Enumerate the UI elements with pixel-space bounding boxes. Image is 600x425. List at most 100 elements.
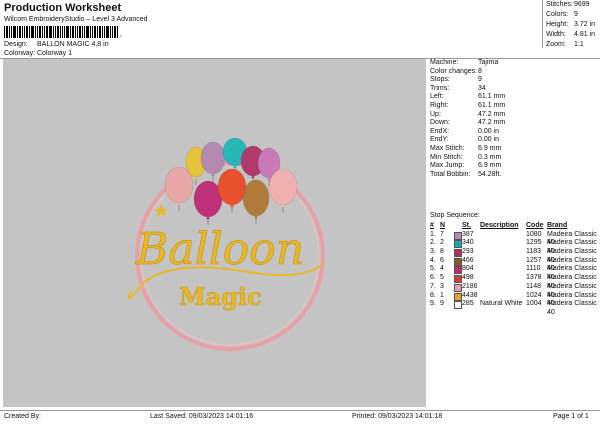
row-description <box>480 248 526 257</box>
table-row: 3. 8 293 1183 Madeira Classic 40 <box>430 248 600 264</box>
info-row: Right: 61.1 mm <box>430 102 598 111</box>
row-code: 1183 <box>526 248 542 256</box>
barcode-bar <box>90 26 91 38</box>
balloon-shape <box>217 168 247 206</box>
row-description <box>480 283 526 292</box>
table-row: 6. 5 498 1378 Madeira Classic 40 <box>430 274 600 290</box>
stat-row: Stitches: 9699 <box>543 0 600 10</box>
row-brand: Madeira Classic 40 <box>547 265 597 282</box>
row-st: 804 <box>462 265 474 273</box>
row-num: 2. <box>430 239 436 247</box>
table-row: 2. 2 340 1295 Madeira Classic 40 <box>430 239 600 255</box>
info-label: Stops: <box>430 76 450 84</box>
row-st: 498 <box>462 274 474 282</box>
barcode-bar <box>11 26 12 38</box>
barcode-bar <box>39 26 41 38</box>
col-n: N <box>440 222 446 229</box>
row-num: 5. <box>430 265 436 273</box>
row-num: 1. <box>430 230 436 238</box>
colorway-label: Colorway: <box>4 50 36 57</box>
row-brand: Madeira Classic 40 <box>547 230 597 247</box>
barcode-bar <box>92 26 93 38</box>
created-by: Created By: <box>4 413 41 420</box>
row-color <box>454 257 462 266</box>
stat-row: Height: 3.72 in <box>543 20 600 30</box>
row-color <box>454 265 462 275</box>
info-row: EndX: 0.00 in <box>430 128 598 137</box>
info-row: Left: 61.1 mm <box>430 93 598 102</box>
stat-value: 1:1 <box>574 41 584 48</box>
info-value: 6.9 mm <box>478 144 502 152</box>
barcode-bar <box>22 26 23 38</box>
row-color <box>454 283 462 292</box>
info-label: EndX: <box>430 127 450 135</box>
row-n: 3 <box>440 282 444 290</box>
barcode-bar <box>53 26 54 38</box>
row-code: 1257 <box>526 256 542 264</box>
row-num: 9. <box>430 300 436 308</box>
info-value: 47.2 mm <box>478 119 506 127</box>
software-subtitle: Wilcom EmbroideryStudio – Level 3 Advanc… <box>4 16 148 23</box>
row-brand: Madeira Classic 40 <box>547 256 597 273</box>
barcode-bar <box>102 26 103 38</box>
row-st: 466 <box>462 256 474 264</box>
info-label: Machine: <box>430 59 459 66</box>
info-value: 54.28ft. <box>478 170 502 178</box>
stat-value: 4.81 in <box>574 31 596 38</box>
row-n: 5 <box>440 274 444 282</box>
barcode-bar <box>19 26 21 38</box>
balloon-shape <box>164 166 194 204</box>
barcode-bar <box>46 26 48 38</box>
barcode-bar <box>13 26 16 38</box>
barcode-bar <box>86 26 89 38</box>
row-st: 293 <box>462 248 474 256</box>
row-st: 387 <box>462 230 474 238</box>
info-label: Up: <box>430 110 441 118</box>
barcode-bar <box>57 26 59 38</box>
row-description: Natural White <box>480 300 523 308</box>
row-brand: Madeira Classic 40 <box>547 291 597 308</box>
info-label: Max Stitch: <box>430 144 465 152</box>
info-row: Down: 47.2 mm <box>430 119 598 128</box>
balloon-group <box>164 137 298 225</box>
row-description <box>480 274 526 283</box>
info-value: 61.1 mm <box>478 101 506 109</box>
barcode-bar <box>75 26 76 38</box>
stop-sequence-table: # N St. Description Code Brand 1. 7 387 108… <box>430 222 600 316</box>
last-saved: Last Saved: 09/03/2023 14:01:16 <box>150 413 254 420</box>
info-label: Left: <box>430 93 444 101</box>
balloon-shape <box>200 141 226 175</box>
barcode-bar <box>35 26 36 38</box>
barcode-bar <box>37 26 38 38</box>
info-row: Machine: Tajima <box>430 59 598 68</box>
stat-row: Width: 4.81 in <box>543 30 600 40</box>
info-row: Max Jump: 6.9 mm <box>430 162 598 171</box>
row-st: 2186 <box>462 282 478 290</box>
barcode-bar <box>42 26 43 38</box>
row-num: 8. <box>430 291 436 299</box>
row-code: 1024 <box>526 291 542 299</box>
stat-label: Colors: <box>546 11 569 18</box>
info-value: 61.1 mm <box>478 93 506 101</box>
info-value: 34 <box>478 84 486 92</box>
design-value: BALLON MAGIC 4,8 in <box>37 41 109 48</box>
row-n: 7 <box>440 230 444 238</box>
barcode-bar <box>99 26 101 38</box>
stats-panel: Stitches: 9699 Colors: 9 Height: 3.72 in Width… <box>542 0 600 48</box>
row-code: 1110 <box>526 265 541 273</box>
row-st: 340 <box>462 239 474 247</box>
table-row: 5. 4 804 1110 Madeira Classic 40 <box>430 265 600 282</box>
balloon <box>217 168 247 213</box>
barcode-bar <box>66 26 69 38</box>
info-row: Total Bobbin: 54.28ft. <box>430 171 598 180</box>
stat-row: Colors: 9 <box>543 10 600 20</box>
barcode-bar <box>49 26 52 38</box>
row-num: 4. <box>430 256 436 264</box>
row-brand: Madeira Classic 40 <box>547 282 597 299</box>
info-label: Min Stitch: <box>430 153 463 161</box>
row-code: 1004 <box>526 300 542 308</box>
col-brand: Brand <box>547 222 568 229</box>
row-n: 6 <box>440 256 444 264</box>
table-row: 4. 6 466 1257 Madeira Classic 40 <box>430 256 600 273</box>
info-row: Min Stitch: 0.3 mm <box>430 154 598 163</box>
